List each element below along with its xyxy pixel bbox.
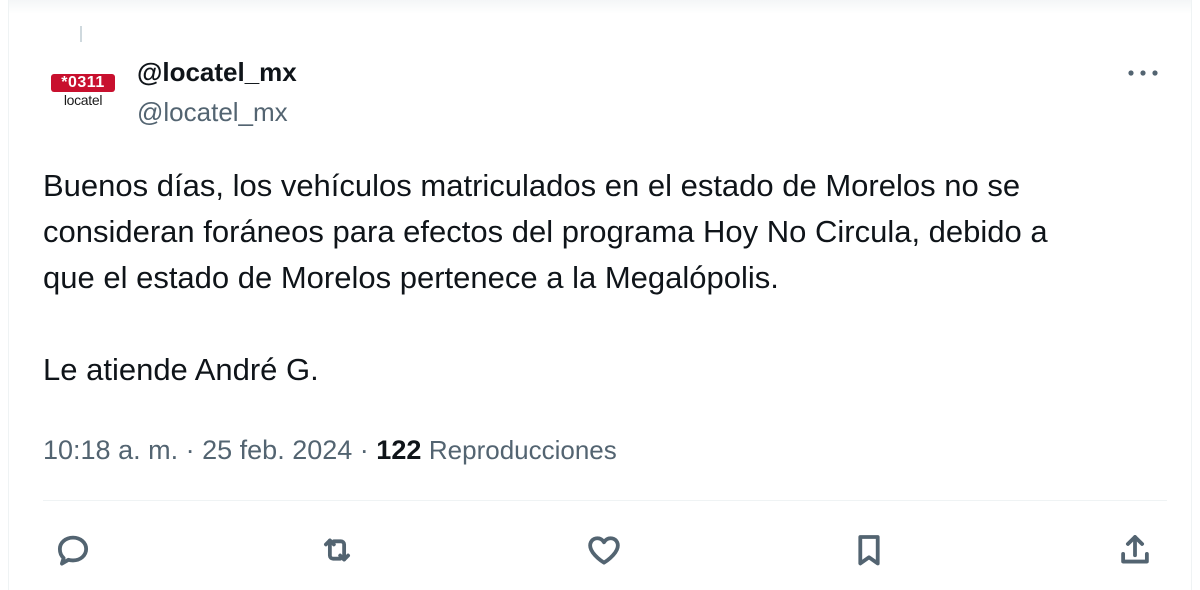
- avatar-logo-word: locatel: [63, 92, 103, 108]
- more-dots-icon: [1128, 70, 1158, 76]
- like-button[interactable]: [582, 528, 626, 572]
- share-button[interactable]: [1113, 528, 1157, 572]
- meta-separator: ·: [359, 435, 369, 465]
- previous-tweet-edge: [9, 0, 1191, 14]
- reply-button[interactable]: [51, 528, 95, 572]
- thread-line: [80, 26, 82, 42]
- share-icon: [1121, 535, 1149, 564]
- bookmark-icon: [858, 535, 880, 566]
- divider: [43, 500, 1167, 501]
- reply-icon: [57, 535, 89, 566]
- tweet-card: *0311 locatel @locatel_mx @locatel_mx Bu…: [8, 0, 1192, 590]
- tweet-date[interactable]: 25 feb. 2024: [202, 435, 352, 465]
- avatar-logo-badge: *0311: [51, 74, 115, 92]
- bookmark-button[interactable]: [847, 528, 891, 572]
- author-handle[interactable]: @locatel_mx: [137, 96, 288, 128]
- meta-separator: ·: [185, 435, 195, 465]
- views-label: Reproducciones: [428, 435, 617, 465]
- author-display-name[interactable]: @locatel_mx: [137, 56, 297, 88]
- avatar[interactable]: *0311 locatel: [51, 70, 119, 114]
- retweet-button[interactable]: [315, 528, 359, 572]
- heart-icon: [588, 536, 620, 565]
- tweet-time[interactable]: 10:18 a. m.: [43, 435, 178, 465]
- views-count: 122: [376, 435, 422, 465]
- tweet-meta: 10:18 a. m. · 25 feb. 2024 · 122 Reprodu…: [43, 432, 617, 468]
- tweet-text: Buenos días, los vehículos matriculados …: [43, 168, 1048, 387]
- more-options-button[interactable]: [1123, 58, 1163, 88]
- retweet-icon: [324, 538, 350, 562]
